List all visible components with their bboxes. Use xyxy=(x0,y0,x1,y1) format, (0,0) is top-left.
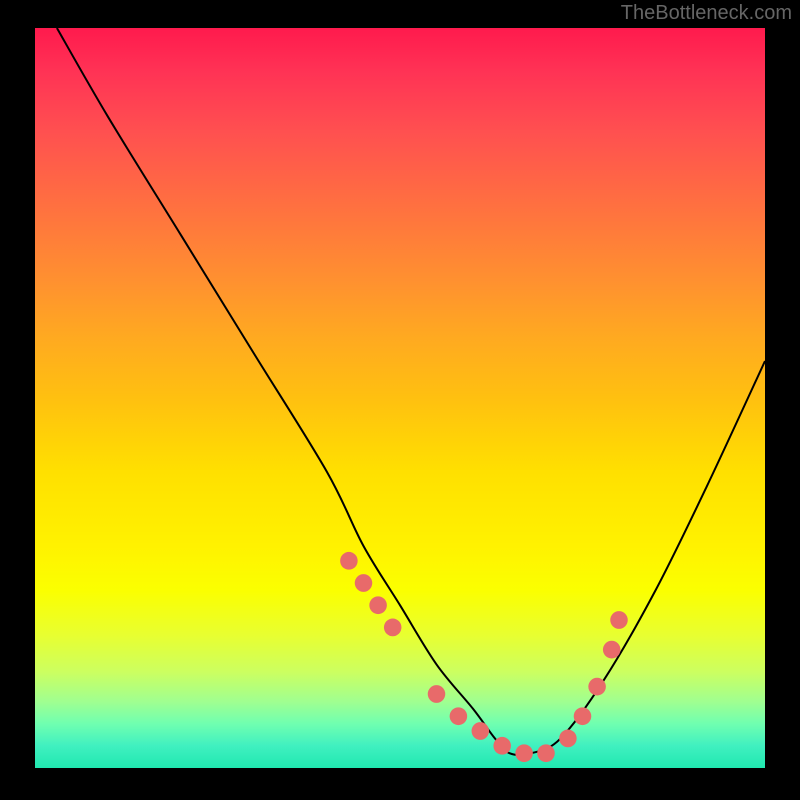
data-marker xyxy=(574,707,592,725)
data-marker xyxy=(603,641,621,659)
data-marker xyxy=(610,611,628,629)
plot-area xyxy=(35,28,765,768)
data-marker xyxy=(472,722,490,740)
data-marker xyxy=(340,552,358,570)
data-marker xyxy=(450,707,468,725)
data-marker xyxy=(515,744,533,762)
data-marker xyxy=(369,596,387,614)
bottleneck-curve xyxy=(57,28,765,755)
data-markers xyxy=(340,552,628,762)
data-marker xyxy=(355,574,373,592)
data-marker xyxy=(493,737,511,755)
data-marker xyxy=(559,730,577,748)
data-marker xyxy=(537,744,555,762)
chart-svg xyxy=(35,28,765,768)
data-marker xyxy=(588,678,606,696)
watermark-text: TheBottleneck.com xyxy=(621,2,792,25)
data-marker xyxy=(384,619,402,637)
data-marker xyxy=(428,685,446,703)
